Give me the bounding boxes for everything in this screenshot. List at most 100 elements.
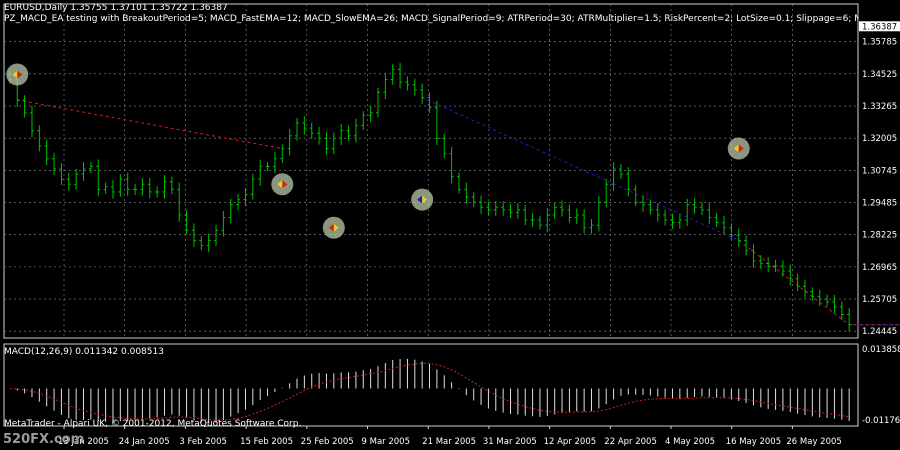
price-tick-label: 1.29485 bbox=[862, 199, 897, 209]
ohlc-bar bbox=[66, 172, 71, 191]
ohlc-bar bbox=[133, 183, 138, 196]
ohlc-bar bbox=[412, 78, 417, 96]
ohlc-bar bbox=[464, 182, 469, 204]
ohlc-bar bbox=[125, 172, 130, 196]
ohlc-bar bbox=[258, 159, 263, 186]
ohlc-bar bbox=[523, 204, 528, 226]
ohlc-bar bbox=[243, 188, 248, 207]
ohlc-bar bbox=[155, 186, 160, 198]
ohlc-bar bbox=[729, 223, 734, 240]
ohlc-bar bbox=[692, 198, 697, 214]
ohlc-bar bbox=[250, 173, 255, 200]
ohlc-bar bbox=[788, 264, 793, 286]
ohlc-bar bbox=[118, 174, 123, 197]
trade-link-line bbox=[17, 99, 283, 150]
date-tick-label: 16 May 2005 bbox=[726, 437, 781, 447]
ohlc-bar bbox=[74, 168, 79, 190]
ohlc-bar bbox=[331, 132, 336, 155]
ohlc-bar bbox=[626, 167, 631, 197]
price-tick-label: 1.34525 bbox=[862, 70, 897, 80]
ohlc-bar bbox=[191, 223, 196, 248]
ohlc-bar bbox=[339, 124, 344, 145]
current-price-label: 1.36387 bbox=[862, 22, 897, 32]
ohlc-bar bbox=[22, 95, 27, 118]
ohlc-bar bbox=[501, 201, 506, 216]
ohlc-bar bbox=[611, 162, 616, 191]
trade-marker bbox=[727, 137, 750, 160]
ohlc-bar bbox=[324, 132, 329, 155]
grid-vertical bbox=[63, 4, 793, 338]
ohlc-bar bbox=[825, 294, 830, 307]
ohlc-bar bbox=[486, 201, 491, 216]
trade-marker bbox=[411, 188, 434, 211]
ohlc-bar bbox=[515, 203, 520, 219]
ohlc-bar bbox=[420, 83, 425, 104]
trade-link-line bbox=[738, 240, 850, 326]
ohlc-bar bbox=[714, 212, 719, 228]
macd-label: MACD(12,26,9) 0.011342 0.008513 bbox=[4, 347, 164, 357]
trade-markers bbox=[6, 63, 750, 239]
ohlc-bar bbox=[795, 273, 800, 292]
ohlc-bar bbox=[655, 203, 660, 222]
ohlc-bar bbox=[751, 244, 756, 268]
ohlc-bar bbox=[567, 204, 572, 223]
price-tick-label: 1.33265 bbox=[862, 102, 897, 112]
ohlc-bar bbox=[493, 200, 498, 217]
date-tick-label: 4 May 2005 bbox=[665, 437, 715, 447]
ohlc-bar bbox=[280, 144, 285, 163]
ohlc-bar bbox=[272, 151, 277, 174]
ohlc-bar bbox=[832, 295, 837, 314]
ohlc-bar bbox=[766, 257, 771, 273]
ohlc-bar bbox=[368, 105, 373, 123]
ohlc-bar bbox=[707, 203, 712, 225]
ohlc-bar bbox=[375, 87, 380, 118]
price-tick-label: 1.26965 bbox=[862, 263, 897, 273]
ohlc-bar bbox=[140, 178, 145, 196]
ohlc-bar bbox=[508, 204, 513, 219]
ohlc-bar bbox=[265, 161, 270, 171]
ohlc-bar bbox=[545, 208, 550, 233]
macd-tick-label: -0.01176 bbox=[862, 416, 900, 426]
ohlc-bar bbox=[59, 163, 64, 185]
ohlc-bar bbox=[736, 228, 741, 248]
ohlc-bar bbox=[552, 202, 557, 220]
ohlc-bar bbox=[574, 208, 579, 224]
ohlc-bar bbox=[390, 64, 395, 85]
ohlc-bar bbox=[206, 233, 211, 253]
chart-canvas: 1.36387 1.35785 1.34525 1.33265 1.32005 1.307… bbox=[3, 3, 900, 447]
ohlc-bar bbox=[169, 176, 174, 195]
ohlc-bar bbox=[456, 172, 461, 194]
price-tick-label: 1.24445 bbox=[862, 327, 897, 337]
ohlc-bar bbox=[442, 133, 447, 159]
ohlc-bar bbox=[221, 211, 226, 237]
ohlc-bar bbox=[589, 219, 594, 234]
trade-marker bbox=[271, 173, 294, 196]
ohlc-bar bbox=[839, 301, 844, 320]
ohlc-bar bbox=[582, 209, 587, 234]
trade-link-line bbox=[421, 97, 739, 241]
ohlc-bar bbox=[530, 213, 535, 227]
price-tick-label: 1.25705 bbox=[862, 295, 897, 305]
ohlc-bar bbox=[295, 118, 300, 141]
ohlc-bar bbox=[773, 259, 778, 273]
ohlc-bar bbox=[560, 200, 565, 217]
ohlc-bar bbox=[699, 202, 704, 216]
ohlc-bar bbox=[302, 116, 307, 135]
ohlc-bar bbox=[52, 152, 57, 175]
trade-marker bbox=[6, 63, 29, 86]
date-tick-label: 21 Mar 2005 bbox=[422, 437, 476, 447]
ohlc-bar bbox=[780, 260, 785, 277]
symbol-info: EURUSD,Daily 1.35755 1.37101 1.35722 1.3… bbox=[4, 3, 228, 13]
ohlc-bar bbox=[479, 195, 484, 214]
ohlc-bar bbox=[147, 178, 152, 199]
ohlc-bar bbox=[214, 224, 219, 246]
ohlc-bar bbox=[236, 193, 241, 211]
ohlc-bar bbox=[847, 308, 852, 332]
ohlc-bar bbox=[618, 164, 623, 179]
date-tick-label: 15 Feb 2005 bbox=[240, 437, 293, 447]
ohlc-bar bbox=[537, 215, 542, 230]
ohlc-bar bbox=[648, 199, 653, 215]
date-tick-label: 12 Apr 2005 bbox=[544, 437, 597, 447]
ohlc-bar bbox=[44, 139, 49, 166]
ohlc-bar bbox=[677, 214, 682, 229]
